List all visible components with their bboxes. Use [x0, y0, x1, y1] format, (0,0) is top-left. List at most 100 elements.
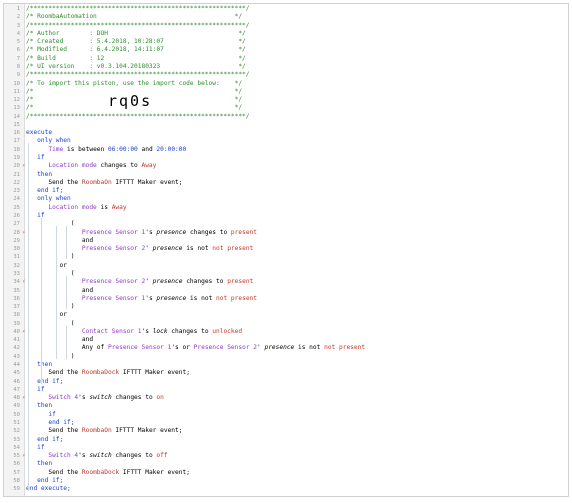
- code-line[interactable]: 28 ⚡ Presence Sensor 1's presence changes…: [4, 229, 568, 237]
- code-token: Presence Sensor 2: [26, 278, 146, 286]
- code-line[interactable]: 8 /* UI version : v0.3.104.20180323 */: [4, 63, 568, 71]
- code-line[interactable]: 1 /**************************************…: [4, 5, 568, 13]
- code-text: end if;: [26, 187, 63, 195]
- code-line[interactable]: 14 /*************************************…: [4, 113, 568, 121]
- code-line[interactable]: 38 or: [4, 311, 568, 319]
- line-number: 30: [13, 246, 20, 253]
- code-line[interactable]: 36 Presence Sensor 1's presence is not n…: [4, 295, 568, 303]
- code-token: is not: [294, 344, 325, 352]
- code-text: end if;: [26, 436, 63, 444]
- code-line[interactable]: 53 end if;: [4, 436, 568, 444]
- code-line[interactable]: 27 (: [4, 220, 568, 228]
- code-line[interactable]: 57 Send the RoombaDock IFTTT Maker event…: [4, 469, 568, 477]
- code-token: execute: [26, 129, 53, 137]
- code-line[interactable]: 43 ): [4, 353, 568, 361]
- line-number: 20: [13, 163, 20, 170]
- code-line[interactable]: 32 or: [4, 262, 568, 270]
- code-line[interactable]: 18 Time is between 06:00:00 and 20:00:00: [4, 146, 568, 154]
- code-token: Send the: [26, 468, 82, 476]
- code-line[interactable]: 48 ⚡ Switch 4's switch changes to on: [4, 394, 568, 402]
- code-token: ): [26, 253, 75, 261]
- code-token: ): [26, 303, 75, 311]
- code-line[interactable]: 45 Send the RoombaDock IFTTT Maker event…: [4, 369, 568, 377]
- code-line[interactable]: 13/* */: [4, 104, 568, 112]
- code-text: Switch 4's switch changes to on: [26, 394, 164, 402]
- code-line[interactable]: 54 if: [4, 444, 568, 452]
- code-line[interactable]: 15: [4, 121, 568, 129]
- code-line[interactable]: 21 then: [4, 171, 568, 179]
- line-number: 40: [13, 328, 20, 335]
- code-line[interactable]: 5 /* Created : 5.4.2018, 10:28:07 */: [4, 38, 568, 46]
- code-line[interactable]: 40 ⚡ Contact Sensor 1's lock changes to u…: [4, 328, 568, 336]
- code-line[interactable]: 51 end if;: [4, 419, 568, 427]
- code-line[interactable]: 59 end execute;: [4, 485, 568, 493]
- code-line[interactable]: 4 /* Author : DOH */: [4, 30, 568, 38]
- code-line[interactable]: 42 Any of Presence Sensor 1's or Presenc…: [4, 344, 568, 352]
- code-line[interactable]: 55 ⚡ Switch 4's switch changes to off: [4, 452, 568, 460]
- code-line[interactable]: 46 end if;: [4, 378, 568, 386]
- code-line[interactable]: 23 end if;: [4, 187, 568, 195]
- code-token: /* To import this piston, use the import…: [26, 79, 243, 87]
- code-line[interactable]: 50 if: [4, 411, 568, 419]
- code-token: and: [26, 236, 94, 244]
- code-line[interactable]: 33 (: [4, 270, 568, 278]
- code-token: ): [26, 352, 75, 360]
- code-editor: 1 /**************************************…: [3, 3, 569, 497]
- code-line[interactable]: 41 and: [4, 336, 568, 344]
- code-token: IFTTT Maker event;: [119, 369, 190, 377]
- code-text: /* Created : 5.4.2018, 10:28:07 */: [26, 38, 246, 46]
- line-number: 32: [13, 262, 20, 269]
- code-line[interactable]: 10 /* To import this piston, use the impo…: [4, 80, 568, 88]
- code-line[interactable]: 12/* */: [4, 96, 568, 104]
- code-token: off: [156, 452, 168, 460]
- code-line[interactable]: 22 Send the RoombaOn IFTTT Maker event;: [4, 179, 568, 187]
- code-token: RoombaDock: [81, 468, 120, 476]
- code-token: Contact Sensor 1: [26, 327, 142, 335]
- code-line[interactable]: 20 ⚡ Location mode changes to Away: [4, 162, 568, 170]
- code-line[interactable]: 35 and: [4, 287, 568, 295]
- code-line[interactable]: 49 then: [4, 402, 568, 410]
- code-line[interactable]: 29 and: [4, 237, 568, 245]
- code-token: Presence Sensor 1: [26, 228, 146, 236]
- code-line[interactable]: 24 only when: [4, 195, 568, 203]
- code-line[interactable]: 47 if: [4, 386, 568, 394]
- code-line[interactable]: 52 Send the RoombaOn IFTTT Maker event;: [4, 427, 568, 435]
- code-token: 06:00:00: [107, 145, 138, 153]
- code-line[interactable]: 39 (: [4, 320, 568, 328]
- line-number: 41: [13, 337, 20, 344]
- code-line[interactable]: 58 end if;: [4, 477, 568, 485]
- code-line[interactable]: 44 then: [4, 361, 568, 369]
- code-token: is not: [182, 245, 213, 253]
- code-text: /* Author : DOH */: [26, 30, 246, 38]
- code-token: RoombaOn: [81, 427, 112, 435]
- code-token: changes to: [111, 394, 157, 402]
- code-token: Location mode: [26, 162, 97, 170]
- code-line[interactable]: 31 ): [4, 253, 568, 261]
- code-line[interactable]: 6 /* Modified : 6.4.2018, 14:11:07 */: [4, 46, 568, 54]
- code-line[interactable]: 30 Presence Sensor 2' presence is not no…: [4, 245, 568, 253]
- code-line[interactable]: 7 /* Build : 12 */: [4, 55, 568, 63]
- line-number: 8: [16, 63, 20, 70]
- code-line[interactable]: 37 ): [4, 303, 568, 311]
- line-number: 45: [13, 370, 20, 377]
- code-line[interactable]: 19 if: [4, 154, 568, 162]
- code-line[interactable]: 2 /* RoombaAutomation */: [4, 13, 568, 21]
- code-line[interactable]: 11/* */: [4, 88, 568, 96]
- code-line[interactable]: 17 only when: [4, 137, 568, 145]
- code-token: switch: [89, 452, 112, 460]
- code-line[interactable]: 3 /**************************************…: [4, 22, 568, 30]
- line-number: 25: [13, 204, 20, 211]
- code-line[interactable]: 9 /**************************************…: [4, 71, 568, 79]
- line-number: 18: [13, 146, 20, 153]
- code-line[interactable]: 16 execute: [4, 129, 568, 137]
- code-line[interactable]: 25 Location mode is Away: [4, 204, 568, 212]
- line-number: 2: [16, 14, 20, 21]
- code-line[interactable]: 56 then: [4, 460, 568, 468]
- code-line[interactable]: 26 if: [4, 212, 568, 220]
- code-text: Presence Sensor 1's presence is not not …: [26, 295, 257, 303]
- code-text: and: [26, 336, 93, 344]
- code-token: presence: [264, 344, 295, 352]
- code-token: ': [145, 278, 153, 286]
- code-line[interactable]: 34 ⚡ Presence Sensor 2' presence changes …: [4, 278, 568, 286]
- code-token: is between: [63, 145, 108, 153]
